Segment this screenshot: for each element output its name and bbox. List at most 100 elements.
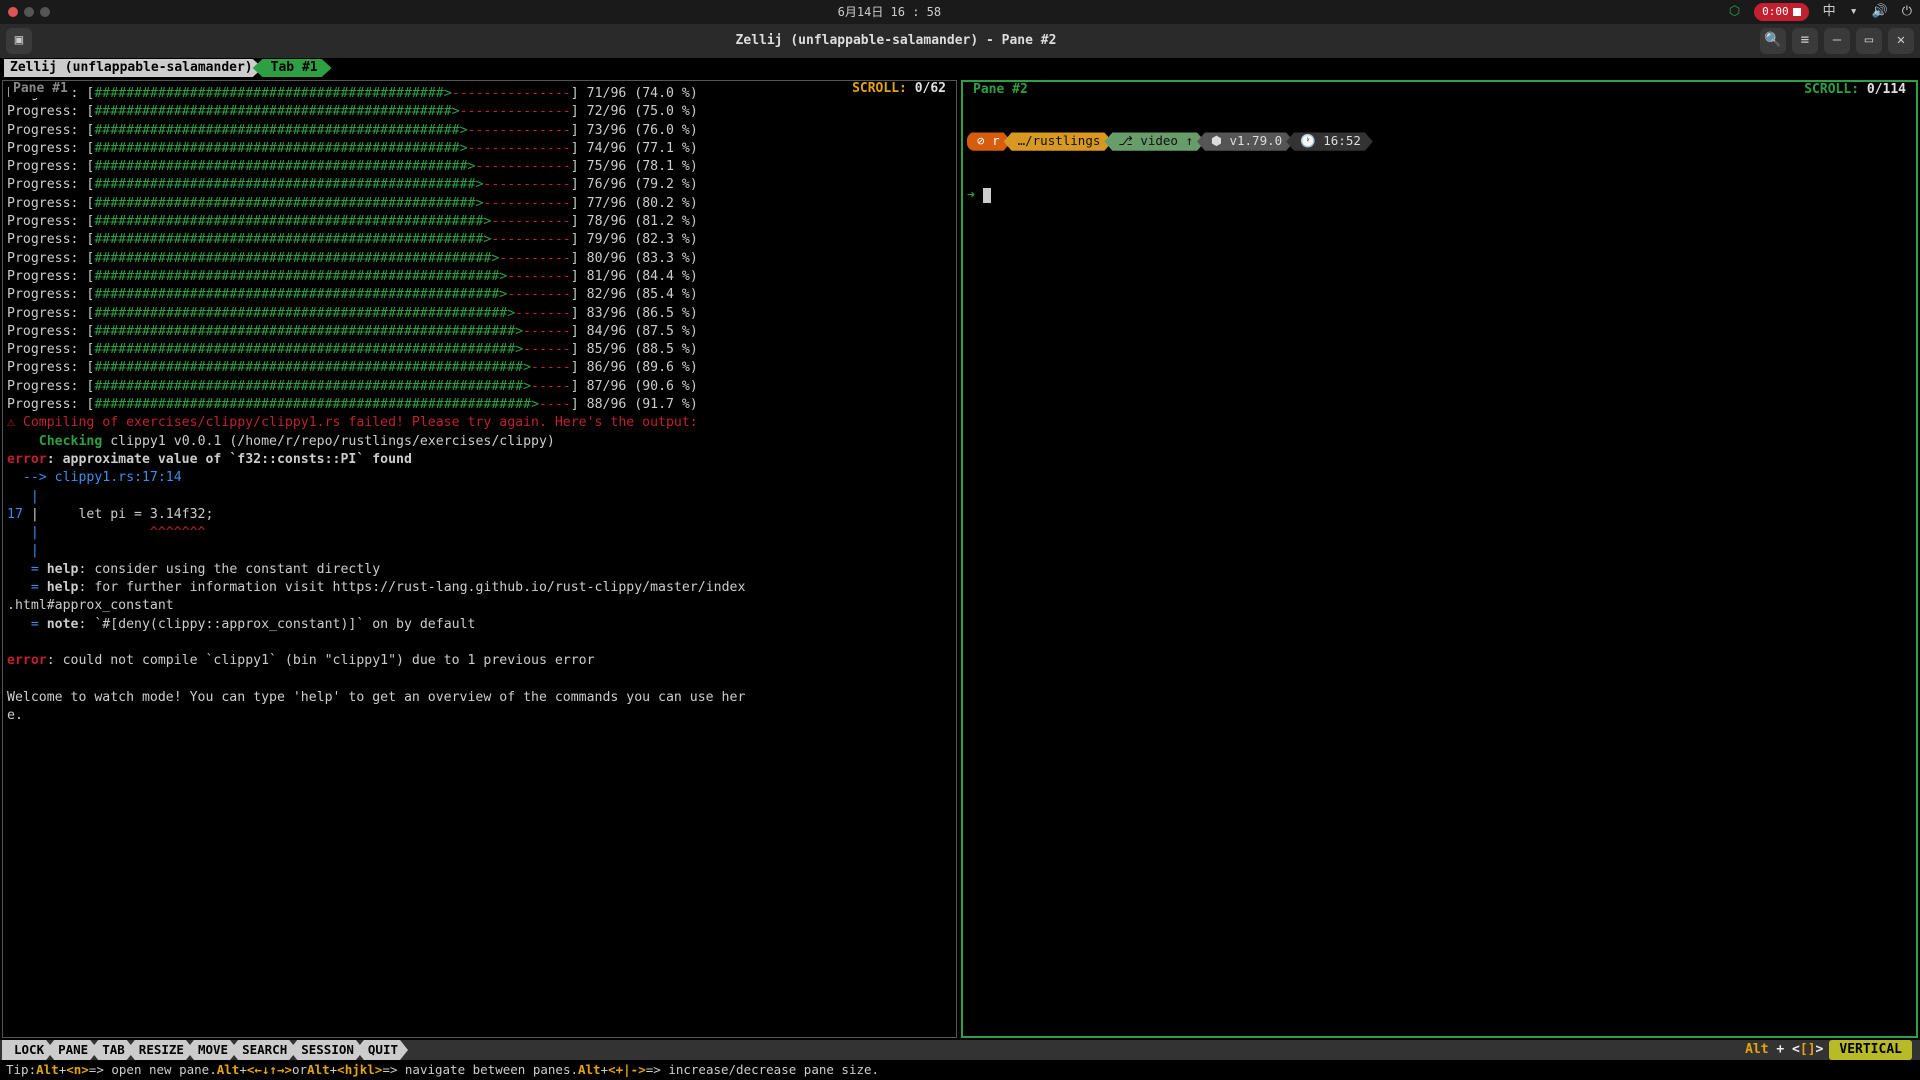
pane-1-title: Pane #1 [9, 80, 72, 98]
checking-line: Checking clippy1 v0.0.1 (/home/r/repo/ru… [7, 433, 952, 451]
system-topbar: 6月14日 16 : 58 ⬡ 0:00 中 ▾ 🔊 ⏻ [0, 0, 1920, 24]
shell-prompt-line[interactable]: ➜ [967, 187, 1912, 205]
prompt-arrow-icon: ➜ [967, 188, 975, 203]
progress-line: Progress: [#############################… [7, 158, 952, 176]
maximize-button[interactable]: ▭ [1856, 28, 1882, 54]
progress-line: Progress: [#############################… [7, 305, 952, 323]
progress-line: Progress: [#############################… [7, 286, 952, 304]
power-icon[interactable]: ⏻ [1902, 3, 1912, 21]
progress-line: Progress: [#############################… [7, 176, 952, 194]
statusbar-seg-search[interactable]: SEARCH [230, 1040, 297, 1060]
tip-k7: Alt [578, 1061, 601, 1079]
max-dot-icon[interactable] [40, 7, 50, 17]
progress-line: Progress: [#############################… [7, 323, 952, 341]
tip-p8: => increase/decrease pane size. [646, 1061, 879, 1079]
volume-icon[interactable]: 🔊 [1872, 3, 1888, 21]
system-clock: 6月14日 16 : 58 [50, 4, 1729, 21]
error-header: error: approximate value of `f32::consts… [7, 451, 952, 469]
min-dot-icon[interactable] [24, 7, 34, 17]
blank-line [7, 634, 952, 652]
prompt-branch: video ↑ [1133, 133, 1193, 148]
tip-k8: <+|-> [608, 1061, 646, 1079]
tab-1[interactable]: Tab #1 [253, 59, 332, 77]
progress-line: Progress: [#############################… [7, 231, 952, 249]
tip-p7: + [601, 1061, 609, 1079]
minimize-button[interactable]: — [1824, 28, 1850, 54]
pane-2-scroll-num: 0/114 [1867, 82, 1906, 97]
tip-prefix: Tip: [6, 1061, 36, 1079]
blank-line2 [7, 671, 952, 689]
stop-record-icon [1793, 8, 1801, 16]
error-pipe: | [7, 488, 952, 506]
pane-2-scroll-label: SCROLL: [1804, 82, 1859, 97]
progress-line: Progress: [#############################… [7, 341, 952, 359]
close-dot-icon[interactable] [8, 7, 18, 17]
note-line: = note: `#[deny(clippy::approx_constant)… [7, 616, 952, 634]
final-error: error: could not compile `clippy1` (bin … [7, 652, 952, 670]
alt-key: Alt [1745, 1042, 1768, 1057]
window-traffic-lights [8, 7, 50, 17]
tip-p6: => navigate between panes. [382, 1061, 578, 1079]
statusbar-alt-hint: Alt + <[]> [1745, 1041, 1823, 1059]
shield-icon[interactable]: ⬡ [1729, 3, 1740, 21]
pane-1-scroll: SCROLL: 0/62 [848, 80, 950, 98]
statusbar-seg-quit[interactable]: QUIT [356, 1040, 408, 1060]
pane-2-scroll: SCROLL: 0/114 [1800, 81, 1910, 99]
vertical-indicator: VERTICAL [1829, 1040, 1912, 1060]
panes-container: Pane #1 SCROLL: 0/62 Progress: [########… [0, 78, 1920, 1040]
zellij-tabbar: Zellij (unflappable-salamander) Tab #1 [0, 58, 1920, 78]
help-line-2: = help: for further information visit ht… [7, 579, 952, 597]
progress-line: Progress: [#############################… [7, 396, 952, 414]
cursor-icon [983, 188, 991, 203]
pane-1-scroll-num: 0/62 [915, 81, 946, 96]
tip-p1: + [59, 1061, 67, 1079]
tip-p2: => open new pane. [89, 1061, 217, 1079]
welcome-line2: e. [7, 707, 952, 725]
wifi-icon[interactable]: ▾ [1850, 3, 1858, 21]
tip-p5: + [330, 1061, 338, 1079]
prompt-rust: v1.79.0 [1222, 133, 1282, 148]
window-titlebar: ▣ Zellij (unflappable-salamander) - Pane… [0, 24, 1920, 58]
tip-k6: <hjkl> [337, 1061, 382, 1079]
search-button[interactable]: 🔍 [1760, 28, 1786, 54]
prompt-rust-seg: ⬢ v1.79.0 [1197, 132, 1294, 150]
zellij-tipbar: Tip: Alt + <n> => open new pane. Alt + <… [0, 1060, 1920, 1080]
error-carets: | ^^^^^^^ [7, 524, 952, 542]
screen-record-pill[interactable]: 0:00 [1754, 3, 1809, 20]
progress-line: Progress: [#############################… [7, 359, 952, 377]
new-tab-button[interactable]: ▣ [6, 28, 32, 54]
tip-k3: Alt [217, 1061, 240, 1079]
record-time: 0:00 [1762, 4, 1789, 19]
pane-2-body: ⊘ r …/rustlings ⎇ video ↑ ⬢ v1.79.0 🕐 16… [963, 82, 1916, 246]
statusbar-seg-session[interactable]: SESSION [289, 1040, 364, 1060]
prompt-user: r [992, 133, 1000, 148]
pane-2[interactable]: Pane #2 SCROLL: 0/114 ⊘ r …/rustlings ⎇ … [961, 80, 1918, 1038]
progress-line: Progress: [#############################… [7, 85, 952, 103]
prompt-time: 16:52 [1323, 133, 1361, 148]
error-pipe2: | [7, 542, 952, 560]
help-line-1: = help: consider using the constant dire… [7, 561, 952, 579]
progress-line: Progress: [#############################… [7, 250, 952, 268]
window-title: Zellij (unflappable-salamander) - Pane #… [32, 32, 1760, 50]
close-button[interactable]: ✕ [1888, 28, 1914, 54]
prompt-time-seg: 🕐 16:52 [1286, 132, 1373, 150]
tip-k2: <n> [66, 1061, 89, 1079]
statusbar-seg-resize[interactable]: RESIZE [127, 1040, 194, 1060]
prompt-branch-seg: ⎇ video ↑ [1104, 132, 1205, 150]
ime-indicator[interactable]: 中 [1823, 3, 1836, 21]
help-line-2b: .html#approx_constant [7, 597, 952, 615]
pane-1-scroll-label: SCROLL: [852, 81, 907, 96]
progress-line: Progress: [#############################… [7, 140, 952, 158]
pane-1[interactable]: Pane #1 SCROLL: 0/62 Progress: [########… [2, 80, 957, 1038]
session-name: Zellij (unflappable-salamander) [4, 59, 263, 77]
hamburger-menu-button[interactable]: ≡ [1792, 28, 1818, 54]
compile-fail-line: ⚠ Compiling of exercises/clippy/clippy1.… [7, 414, 952, 432]
pane-2-title: Pane #2 [969, 81, 1032, 99]
close-bracket: > [1816, 1042, 1824, 1057]
progress-line: Progress: [#############################… [7, 378, 952, 396]
brackets-text: [] [1800, 1042, 1816, 1057]
zellij-statusbar: LOCK PANE TAB RESIZE MOVE SEARCH SESSION… [0, 1040, 1920, 1060]
tip-k4: <←↓↑→> [247, 1061, 292, 1079]
tip-k1: Alt [36, 1061, 59, 1079]
tip-p3: + [239, 1061, 247, 1079]
